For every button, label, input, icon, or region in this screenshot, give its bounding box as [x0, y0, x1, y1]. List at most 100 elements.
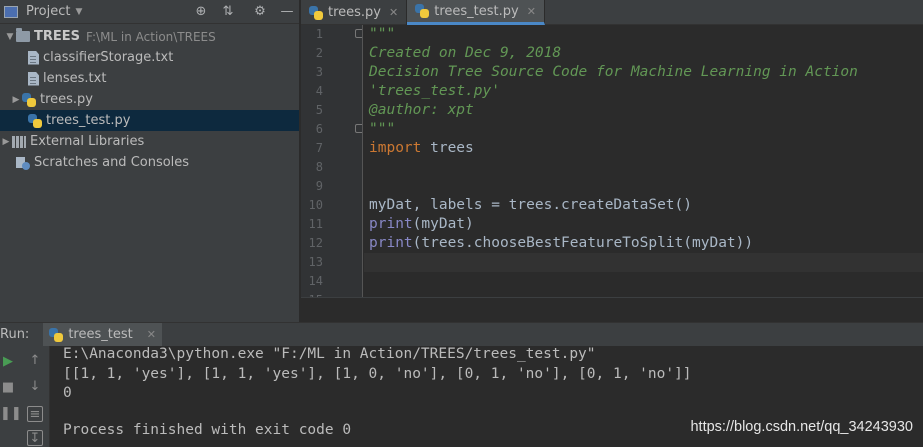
- tree-item-label: Scratches and Consoles: [34, 155, 190, 170]
- console-output-line: 0: [63, 385, 72, 401]
- python-file-icon: [28, 113, 42, 128]
- code-token: """: [369, 121, 396, 137]
- arrow-down-icon[interactable]: ↓: [27, 379, 43, 395]
- code-token: import: [369, 140, 422, 156]
- line-number: 4: [315, 84, 323, 98]
- tree-item[interactable]: classifierStorage.txt: [0, 47, 299, 68]
- code-token: (trees.chooseBestFeatureToSplit(myDat)): [412, 235, 754, 251]
- code-token: trees: [421, 140, 474, 156]
- line-number: 12: [308, 236, 323, 250]
- code-line: print(trees.chooseBestFeatureToSplit(myD…: [369, 234, 753, 253]
- project-window-icon: [4, 5, 18, 18]
- editor-tab-bar: trees.py ✕ trees_test.py ✕: [301, 0, 923, 25]
- run-tab-label: trees_test: [68, 327, 133, 342]
- play-icon[interactable]: ▶: [0, 354, 16, 370]
- tree-item-label: classifierStorage.txt: [43, 50, 174, 65]
- run-config-tab[interactable]: trees_test ✕: [43, 322, 162, 347]
- line-number: 14: [308, 274, 323, 288]
- tree-item-label: trees.py: [40, 92, 94, 107]
- tree-item-label: TREES: [34, 29, 81, 44]
- python-run-icon: [49, 327, 64, 342]
- code-line: Decision Tree Source Code for Machine Le…: [369, 63, 858, 82]
- code-line: @author: xpt: [369, 101, 474, 120]
- fold-marker-icon[interactable]: [355, 124, 362, 133]
- tree-item[interactable]: ▶ External Libraries: [0, 131, 299, 152]
- run-tool-window-bar: Run: trees_test ✕: [0, 322, 923, 347]
- tree-item[interactable]: trees_test.py: [0, 110, 299, 131]
- minimize-icon[interactable]: —: [279, 4, 295, 20]
- line-number: 11: [308, 217, 323, 231]
- tree-item-label: lenses.txt: [43, 71, 107, 86]
- close-icon[interactable]: ✕: [389, 6, 398, 19]
- line-number: 13: [308, 255, 323, 269]
- run-label: Run:: [0, 327, 30, 342]
- code-line: 'trees_test.py': [369, 82, 500, 101]
- library-icon: [12, 135, 26, 148]
- tree-item[interactable]: ▶ trees.py: [0, 89, 299, 110]
- code-line: myDat, labels = trees.createDataSet(): [369, 196, 692, 215]
- collapse-all-icon[interactable]: ⇅: [220, 4, 236, 20]
- text-file-icon: [28, 71, 39, 86]
- soft-wrap-icon[interactable]: ≡: [27, 406, 43, 422]
- line-number: 10: [308, 198, 323, 212]
- python-file-icon: [309, 5, 323, 20]
- python-file-icon: [22, 92, 36, 107]
- code-token: Created on Dec 9, 2018: [369, 45, 562, 61]
- tree-item-path: F:\ML in Action\TREES: [86, 29, 216, 44]
- line-number: 3: [315, 65, 323, 79]
- line-number: 5: [315, 103, 323, 117]
- pause-icon[interactable]: ❚❚: [0, 406, 22, 422]
- code-token: Decision Tree Source Code for Machine Le…: [369, 64, 858, 80]
- line-number: 8: [315, 160, 323, 174]
- line-number: 6: [315, 122, 323, 136]
- chevron-right-icon[interactable]: ▶: [10, 95, 22, 105]
- console-output-line: E:\Anaconda3\python.exe "F:/ML in Action…: [63, 346, 596, 362]
- run-toolbar: ▶ ↑ ■ ↓ ❚❚ ≡ ↧: [0, 346, 50, 447]
- current-line-highlight: [364, 253, 923, 272]
- code-token: print: [369, 235, 413, 251]
- tab-label: trees.py: [328, 5, 382, 20]
- line-number-gutter: 123456789101112131415: [301, 25, 363, 297]
- chevron-down-icon[interactable]: ▼: [4, 32, 16, 42]
- chevron-down-icon[interactable]: ▼: [75, 7, 82, 17]
- tree-item[interactable]: Scratches and Consoles: [0, 152, 299, 173]
- line-number: 7: [315, 141, 323, 155]
- tab-trees-py[interactable]: trees.py ✕: [301, 0, 408, 25]
- code-line: import trees: [369, 139, 474, 158]
- watermark: https://blog.csdn.net/qq_34243930: [690, 419, 913, 435]
- fold-marker-icon[interactable]: [355, 29, 362, 38]
- stop-icon[interactable]: ■: [0, 380, 16, 396]
- gear-icon[interactable]: ⚙: [252, 4, 268, 20]
- code-line: print(myDat): [369, 215, 474, 234]
- scratch-icon: [16, 156, 30, 170]
- code-token: (myDat): [412, 216, 474, 232]
- code-line: """: [369, 120, 395, 139]
- tab-trees-test-py[interactable]: trees_test.py ✕: [407, 0, 545, 25]
- code-token: myDat, labels = trees.createDataSet(): [369, 197, 693, 213]
- tree-item[interactable]: lenses.txt: [0, 68, 299, 89]
- console-output-line: Process finished with exit code 0: [63, 422, 352, 438]
- arrow-up-icon[interactable]: ↑: [27, 353, 43, 369]
- code-token: 'trees_test.py': [369, 83, 500, 99]
- tree-item-label: External Libraries: [30, 134, 145, 149]
- line-number: 2: [315, 46, 323, 60]
- project-panel: Project ▼ ⊕ ⇅ ⚙ — ▼ TREES F:\ML in Action\…: [0, 0, 300, 322]
- chevron-right-icon[interactable]: ▶: [0, 137, 12, 147]
- tree-item[interactable]: ▼ TREES F:\ML in Action\TREES: [0, 26, 299, 47]
- close-icon[interactable]: ✕: [147, 328, 156, 341]
- code-editor[interactable]: """ Created on Dec 9, 2018 Decision Tree S…: [364, 25, 923, 297]
- tree-item-label: trees_test.py: [46, 113, 131, 128]
- code-line: Created on Dec 9, 2018: [369, 44, 561, 63]
- code-token: print: [369, 216, 413, 232]
- line-number: 1: [315, 27, 323, 41]
- tab-label: trees_test.py: [434, 3, 519, 19]
- scroll-to-end-icon[interactable]: ↧: [27, 430, 43, 446]
- close-icon[interactable]: ✕: [527, 5, 536, 18]
- code-line: """: [369, 25, 395, 44]
- line-number: 9: [315, 179, 323, 193]
- project-panel-title[interactable]: Project: [26, 4, 70, 19]
- text-file-icon: [28, 50, 39, 65]
- folder-icon: [16, 28, 30, 42]
- code-token: """: [369, 26, 396, 42]
- target-icon[interactable]: ⊕: [193, 4, 209, 20]
